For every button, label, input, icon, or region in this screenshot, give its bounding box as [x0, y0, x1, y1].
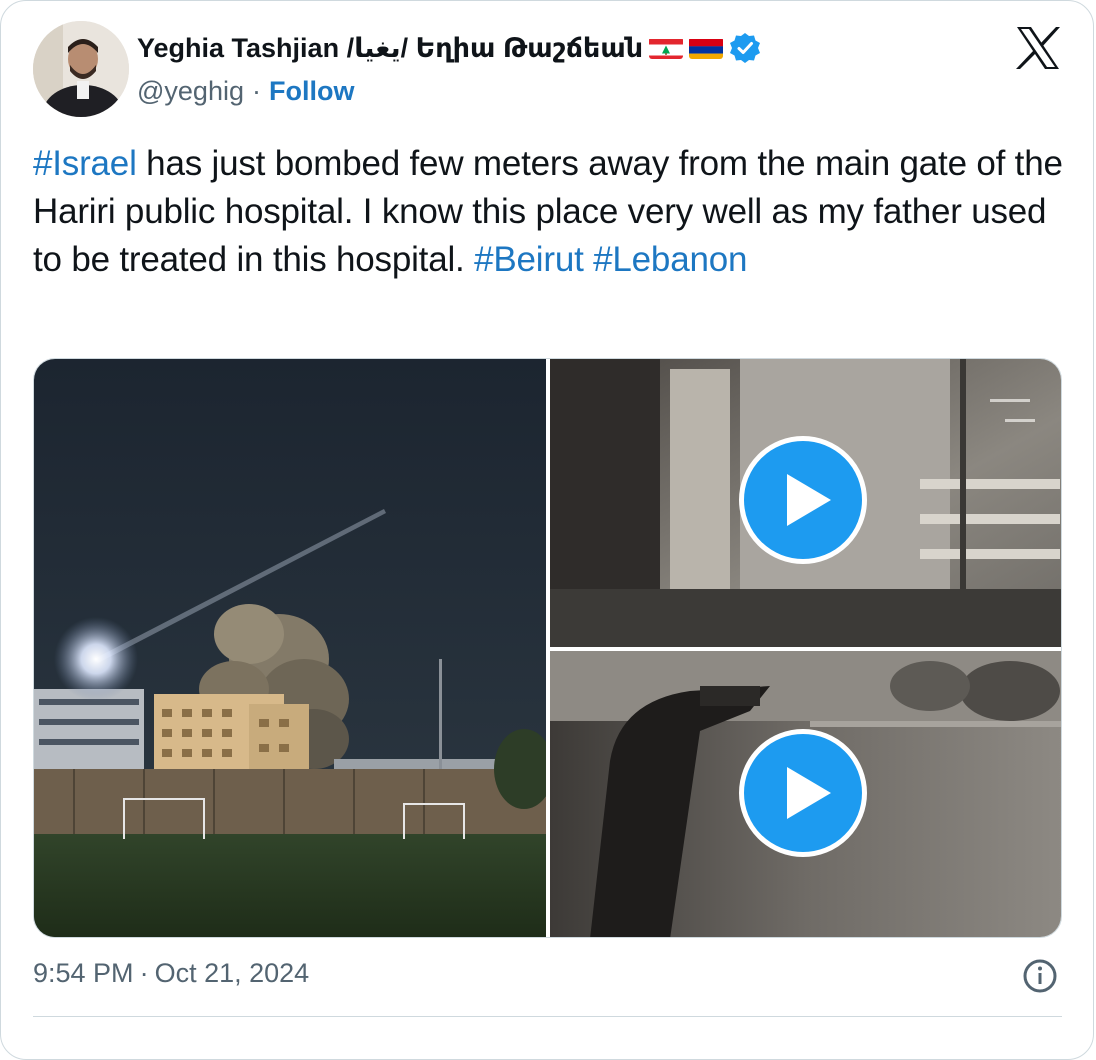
footer-divider: [33, 1016, 1062, 1017]
tweet-timestamp[interactable]: 9:54 PM · Oct 21, 2024: [33, 958, 309, 989]
hashtag-lebanon[interactable]: #Lebanon: [593, 240, 747, 279]
tweet-date: Oct 21, 2024: [154, 958, 310, 988]
play-icon: [787, 767, 831, 819]
play-button-video-1[interactable]: [739, 436, 867, 564]
handle-separator: ·: [251, 76, 261, 106]
author-display-name[interactable]: Yeghia Tashjian /يغيا/ Եղիա Թաշճեան: [137, 33, 643, 64]
tweet-space: [584, 240, 594, 279]
author-name-row[interactable]: Yeghia Tashjian /يغيا/ Եղիա Թաշճեան: [137, 28, 761, 68]
verified-badge-icon: [729, 32, 761, 64]
follow-button[interactable]: Follow: [269, 76, 354, 107]
armenia-flag-icon: [689, 37, 724, 59]
x-logo-icon[interactable]: [1015, 26, 1061, 70]
lebanon-flag-icon: [649, 37, 684, 59]
play-icon: [787, 474, 831, 526]
hashtag-israel[interactable]: #Israel: [33, 144, 137, 183]
media-grid: [33, 358, 1062, 938]
tweet-text: #Israel has just bombed few meters away …: [33, 140, 1073, 284]
author-handle[interactable]: @yeghig: [137, 76, 244, 107]
timestamp-separator: ·: [139, 958, 149, 988]
avatar[interactable]: [33, 21, 129, 117]
play-button-video-2[interactable]: [739, 729, 867, 857]
handle-row: @yeghig · Follow: [137, 76, 354, 107]
tweet-time: 9:54 PM: [33, 958, 134, 988]
night-smoke-photo[interactable]: [34, 359, 546, 937]
hashtag-beirut[interactable]: #Beirut: [474, 240, 584, 279]
info-icon[interactable]: [1022, 958, 1058, 994]
